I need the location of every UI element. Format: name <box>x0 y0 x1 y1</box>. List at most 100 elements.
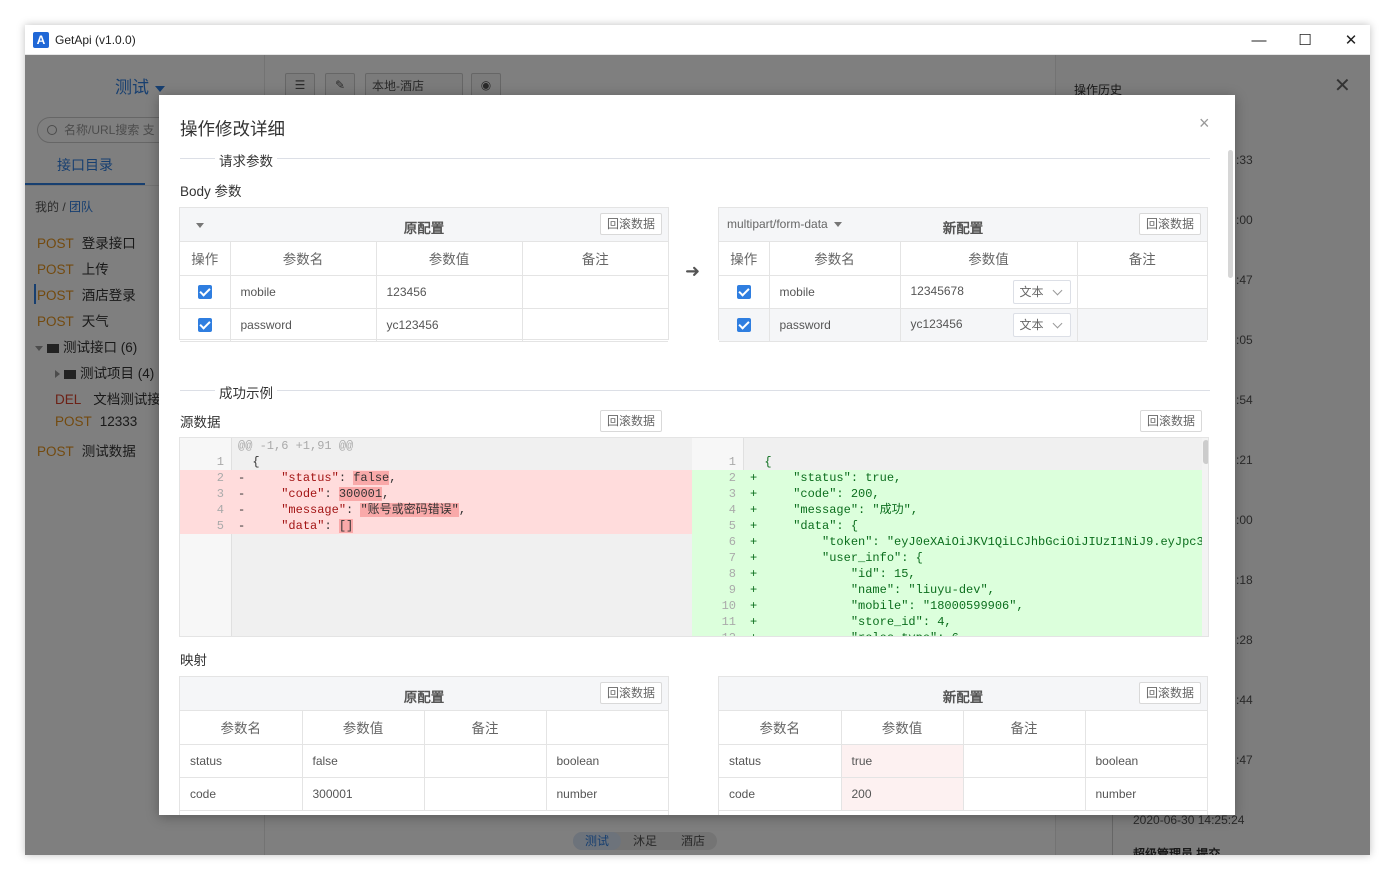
map-type: number <box>546 777 668 810</box>
diff-line: 8+ "id": 15, <box>692 566 1202 582</box>
line-number: 8 <box>692 566 742 582</box>
rollback-button[interactable]: 回滚数据 <box>1139 682 1201 704</box>
section-request-label: 请求参数 <box>215 150 277 170</box>
close-window-button[interactable]: ✕ <box>1328 25 1370 55</box>
new-map-table: 参数名 参数值 备注 status true boolean code 200 … <box>719 711 1207 811</box>
col-header: 参数名 <box>230 242 376 275</box>
param-value[interactable]: 12345678 <box>911 284 1001 298</box>
section-success-label: 成功示例 <box>215 382 277 402</box>
app-title: GetApi (v1.0.0) <box>55 33 136 47</box>
original-params-table: 操作 参数名 参数值 备注 mobile 123456 password yc1… <box>180 242 668 342</box>
new-params-table: 操作 参数名 参数值 备注 mobile 12345678文本 password… <box>719 242 1207 342</box>
col-header: 参数名 <box>180 711 302 744</box>
diff-hunk-header: @@ -1,6 +1,91 @@ <box>238 438 353 454</box>
param-checkbox[interactable] <box>198 285 212 299</box>
line-number: 10 <box>692 598 742 614</box>
original-params-panel: 原配置 回滚数据 操作 参数名 参数值 备注 mobile 123456 pas… <box>179 207 669 340</box>
section-divider <box>180 158 1210 159</box>
col-header: 参数名 <box>719 711 841 744</box>
diff-code: { <box>750 454 772 470</box>
diff-scrollbar[interactable] <box>1202 438 1209 637</box>
table-row: mobile 12345678文本 <box>719 275 1207 308</box>
map-name: status <box>180 744 302 777</box>
diff-code: + "code": 200, <box>750 486 880 502</box>
diff-line: 4+ "message": "成功", <box>692 502 1202 518</box>
rollback-button[interactable]: 回滚数据 <box>600 410 662 432</box>
param-checkbox[interactable] <box>737 318 751 332</box>
map-type: boolean <box>546 744 668 777</box>
app-logo-icon: A <box>33 32 49 48</box>
diff-line: 3+ "code": 200, <box>692 486 1202 502</box>
diff-line: 7+ "user_info": { <box>692 550 1202 566</box>
col-header: 操作 <box>719 242 769 275</box>
diff-code: + "roles_type": 6, <box>750 630 966 637</box>
param-name: password <box>769 308 900 341</box>
change-detail-modal: 操作修改详细 × 请求参数 Body 参数 原配置 回滚数据 操作 参数名 参数… <box>159 95 1235 815</box>
rollback-button[interactable]: 回滚数据 <box>600 682 662 704</box>
line-number: 2 <box>180 470 230 486</box>
param-value-cell: 12345678 文本 <box>900 275 1077 308</box>
col-header: 备注 <box>1077 242 1207 275</box>
arrow-right-icon: ➜ <box>685 261 700 282</box>
diff-line: 9+ "name": "liuyu-dev", <box>692 582 1202 598</box>
param-value: 123456 <box>376 275 522 308</box>
map-note <box>963 777 1085 810</box>
map-name: code <box>719 777 841 810</box>
param-note <box>1077 275 1207 308</box>
original-title: 原配置 <box>180 686 668 706</box>
diff-line: 1 { <box>180 454 692 470</box>
minimize-button[interactable]: — <box>1236 25 1282 55</box>
diff-line: 5- "data": [] <box>180 518 692 534</box>
col-header: 操作 <box>180 242 230 275</box>
line-number: 9 <box>692 582 742 598</box>
panel-header: 新配置 回滚数据 <box>719 677 1207 711</box>
diff-code: + "token": "eyJ0eXAiOiJKV1QiLCJhbGciOiJI… <box>750 534 1202 550</box>
table-row: code 300001 number <box>180 777 668 810</box>
original-map-panel: 原配置 回滚数据 参数名 参数值 备注 status false boolean… <box>179 676 669 815</box>
rollback-button[interactable]: 回滚数据 <box>1140 410 1202 432</box>
map-type: boolean <box>1085 744 1207 777</box>
scroll-thumb[interactable] <box>1203 440 1209 464</box>
map-value: 200 <box>841 777 963 810</box>
json-diff-view[interactable]: @@ -1,6 +1,91 @@ 1 {2- "status": false,3… <box>179 437 1209 637</box>
line-number: 11 <box>692 614 742 630</box>
source-data-label: 源数据 <box>180 411 221 431</box>
col-header: 备注 <box>424 711 546 744</box>
value-type-select[interactable]: 文本 <box>1013 280 1071 304</box>
diff-code: - "message": "账号或密码错误", <box>238 502 466 518</box>
param-note <box>1077 308 1207 341</box>
new-params-panel: multipart/form-data 新配置 回滚数据 操作 参数名 参数值 … <box>718 207 1208 340</box>
new-map-panel: 新配置 回滚数据 参数名 参数值 备注 status true boolean … <box>718 676 1208 815</box>
diff-code: + "user_info": { <box>750 550 923 566</box>
col-header: 参数值 <box>376 242 522 275</box>
map-name: code <box>180 777 302 810</box>
map-value: 300001 <box>302 777 424 810</box>
line-number: 2 <box>692 470 742 486</box>
map-type: number <box>1085 777 1207 810</box>
line-number: 3 <box>180 486 230 502</box>
modal-scrollbar[interactable] <box>1228 150 1233 278</box>
param-value[interactable]: yc123456 <box>911 317 1001 331</box>
rollback-button[interactable]: 回滚数据 <box>600 213 662 235</box>
table-row: password yc123456 <box>180 308 668 341</box>
col-header <box>1085 711 1207 744</box>
diff-line: 1 { <box>692 454 1202 470</box>
param-checkbox[interactable] <box>737 285 751 299</box>
diff-code: + "mobile": "18000599906", <box>750 598 1024 614</box>
diff-line: 5+ "data": { <box>692 518 1202 534</box>
param-checkbox[interactable] <box>198 318 212 332</box>
diff-code: - "data": [] <box>238 518 353 534</box>
map-note <box>963 744 1085 777</box>
value-type-select[interactable]: 文本 <box>1013 313 1071 337</box>
maximize-button[interactable]: ☐ <box>1282 25 1328 55</box>
map-note <box>424 744 546 777</box>
table-row: status false boolean <box>180 744 668 777</box>
close-icon[interactable]: × <box>1199 113 1210 134</box>
diff-code: { <box>238 454 260 470</box>
diff-line: 2- "status": false, <box>180 470 692 486</box>
title-bar: A GetApi (v1.0.0) — ☐ ✕ <box>25 25 1370 55</box>
line-number: 12 <box>692 630 742 637</box>
map-value: true <box>841 744 963 777</box>
rollback-button[interactable]: 回滚数据 <box>1139 213 1201 235</box>
param-name: password <box>230 308 376 341</box>
